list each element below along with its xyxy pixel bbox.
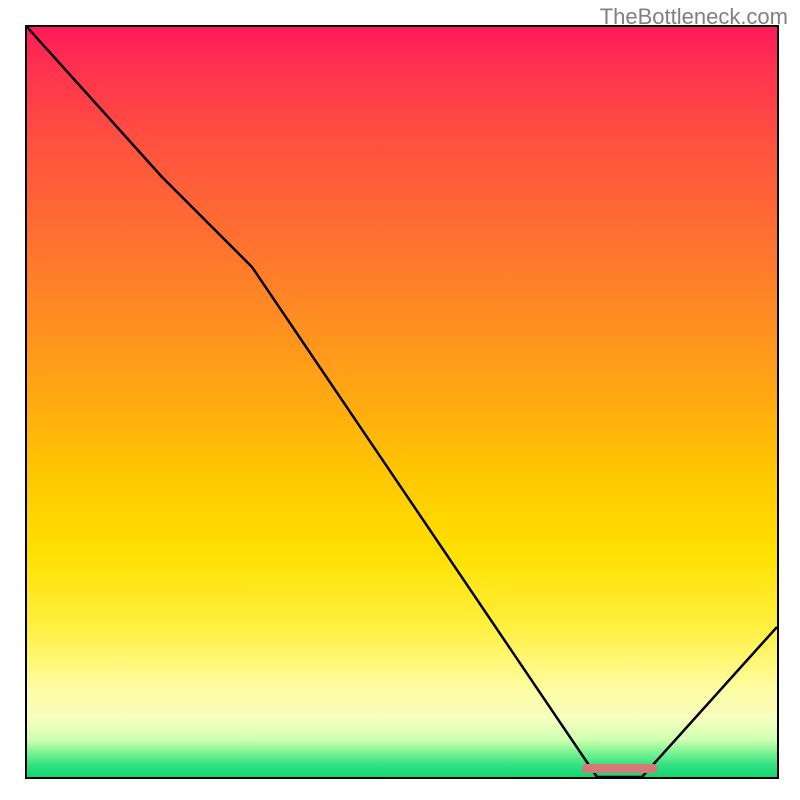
bottleneck-curve-line	[27, 27, 777, 777]
chart-container: TheBottleneck.com	[0, 0, 800, 800]
chart-line-svg	[27, 27, 777, 777]
watermark-text: TheBottleneck.com	[600, 4, 788, 30]
optimal-range-marker	[582, 764, 657, 773]
chart-plot-area	[25, 25, 779, 779]
